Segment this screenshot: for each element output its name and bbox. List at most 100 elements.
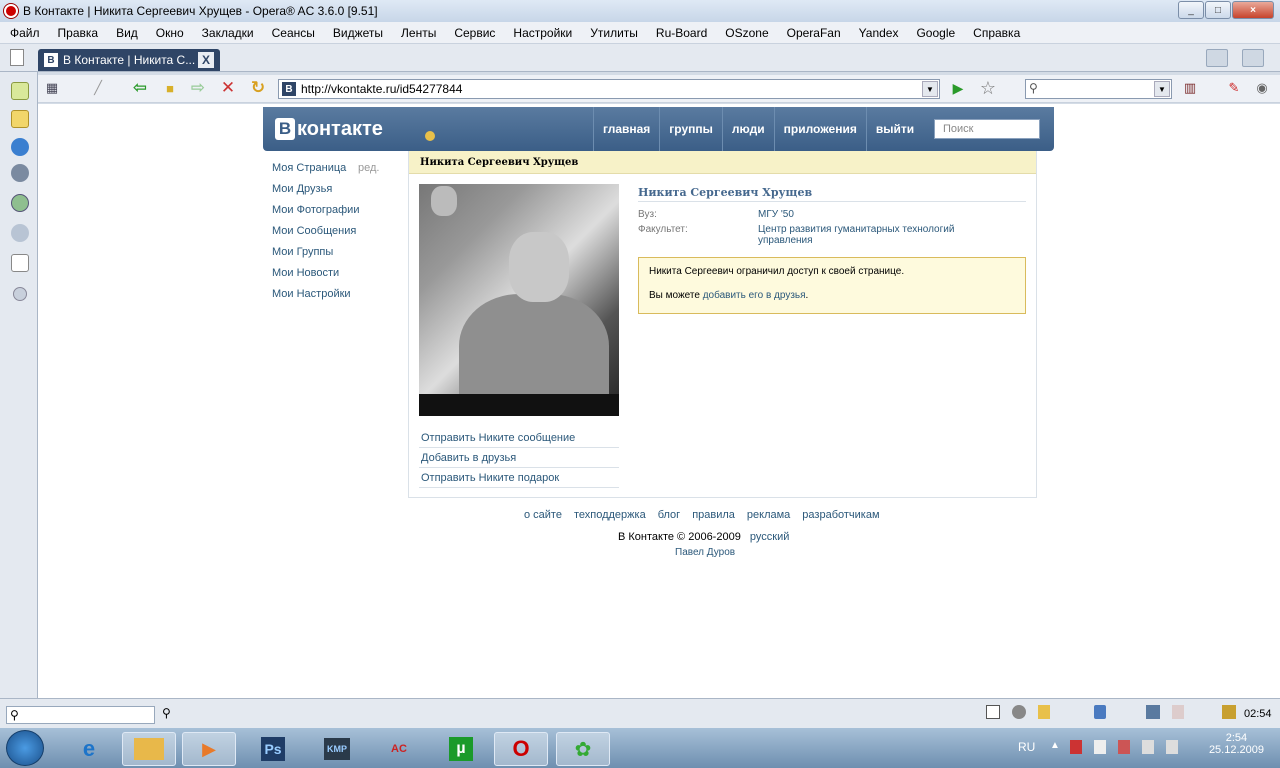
taskbar-opera-ac[interactable]: AC [372,732,426,766]
nav-people[interactable]: люди [721,107,774,151]
pages-icon[interactable] [11,254,29,272]
menu-google[interactable]: Google [916,26,955,40]
menu-help[interactable]: Справка [973,26,1020,40]
image-icon[interactable] [1038,705,1050,719]
page-icon[interactable] [986,705,1000,719]
menu-my-friends[interactable]: Мои Друзья [272,183,359,204]
menu-oszone[interactable]: OSzone [725,26,768,40]
menu-service[interactable]: Сервис [454,26,495,40]
menu-my-news[interactable]: Мои Новости [272,267,359,288]
bookmark-add-icon[interactable] [1206,49,1228,67]
nav-home[interactable]: главная [593,107,659,151]
address-field[interactable]: В http://vkontakte.ru/id54277844 ▼ [278,79,940,99]
menu-edit[interactable]: Правка [58,26,99,40]
profile-photo[interactable] [419,184,619,416]
menu-window[interactable]: Окно [156,26,184,40]
speaker-icon[interactable]: ◉ [1252,79,1272,97]
maximize-button[interactable]: □ [1205,1,1231,19]
university-link[interactable]: МГУ '50 [758,209,998,220]
footer-developers[interactable]: разработчикам [802,509,879,521]
satellite-icon[interactable] [11,164,29,182]
network-tray-icon[interactable] [1142,740,1154,754]
footer-blog[interactable]: блог [658,509,680,521]
add-friend-link[interactable]: Добавить в друзья [419,448,619,468]
volume-icon[interactable] [1070,740,1082,754]
add-friend-inline-link[interactable]: добавить его в друзья [703,290,806,301]
new-tab-icon[interactable] [10,49,24,66]
footer-ads[interactable]: реклама [747,509,790,521]
transfers-icon[interactable] [11,224,29,242]
security-icon[interactable] [1118,740,1130,754]
menu-my-page[interactable]: Моя Страница ред. [272,162,379,183]
minimize-button[interactable]: _ [1178,1,1204,19]
footer-about[interactable]: о сайте [524,509,562,521]
footer-support[interactable]: техподдержка [574,509,646,521]
taskbar-explorer[interactable] [122,732,176,766]
taskbar-tree-app[interactable]: ✿ [556,732,610,766]
taskbar-kmplayer[interactable]: KMP [310,732,364,766]
taskbar-photoshop[interactable]: Ps [246,732,300,766]
tab-vkontakte[interactable]: В В Контакте | Никита С... X [38,49,220,71]
start-button[interactable] [6,730,44,766]
taskbar-clock[interactable]: 2:54 25.12.2009 [1209,732,1264,756]
send-gift-link[interactable]: Отправить Никите подарок [419,468,619,488]
add-panel-icon[interactable] [13,287,27,301]
chevron-down-icon[interactable]: ▼ [1154,81,1170,97]
trash-icon[interactable] [1242,49,1264,67]
battery-icon[interactable] [1172,705,1184,719]
menu-my-settings[interactable]: Мои Настройки [272,288,359,309]
menu-operafan[interactable]: OperaFan [787,26,841,40]
menu-bookmarks[interactable]: Закладки [202,26,254,40]
taskbar-ie[interactable]: e [62,732,116,766]
go-icon[interactable]: ▶ [948,79,968,97]
edit-link[interactable]: ред. [358,162,379,174]
vk-search-input[interactable]: Поиск [934,119,1040,139]
author-link[interactable]: Павел Дуров [675,547,735,558]
menu-utilities[interactable]: Утилиты [590,26,638,40]
language-indicator[interactable]: RU [1018,740,1035,754]
flag-icon[interactable] [1094,740,1106,754]
vk-logo[interactable]: В контакте [275,116,383,142]
back-arrow-icon[interactable]: ⇦ [130,78,150,97]
language-link[interactable]: русский [750,531,789,543]
menu-view[interactable]: Вид [116,26,138,40]
notes-panel-icon[interactable] [11,110,29,128]
nav-logout[interactable]: выйти [865,107,923,151]
menu-file[interactable]: Файл [10,26,40,40]
tools-icon[interactable]: ▥ [1180,79,1200,97]
menu-feeds[interactable]: Ленты [401,26,436,40]
globe-icon[interactable] [1012,705,1026,719]
menu-settings[interactable]: Настройки [513,26,572,40]
gear-icon[interactable] [11,138,29,156]
home-icon[interactable]: ■ [160,79,180,97]
menu-ruboard[interactable]: Ru-Board [656,26,707,40]
wand-icon[interactable]: ╱ [88,79,108,97]
network-icon[interactable] [1146,705,1160,719]
tab-close-icon[interactable]: X [198,52,214,68]
close-window-button[interactable]: × [1232,1,1274,19]
taskbar-media-player[interactable]: ▶ [182,732,236,766]
magnifier-icon[interactable]: ⚲ [162,706,171,720]
menu-widgets[interactable]: Виджеты [333,26,383,40]
bookmarks-panel-icon[interactable] [11,82,29,100]
search-input[interactable]: ⚲ ▼ [1025,79,1172,99]
history-icon[interactable] [11,194,29,212]
status-search-input[interactable]: ⚲ [6,706,155,724]
reload-icon[interactable]: ↻ [248,78,268,97]
chevron-down-icon[interactable]: ▼ [922,81,938,97]
tray-expand-icon[interactable]: ▲ [1050,740,1060,751]
stop-icon[interactable]: ✕ [218,78,238,97]
menu-my-photos[interactable]: Мои Фотографии [272,204,359,225]
taskbar-opera[interactable]: O [494,732,548,766]
faculty-link[interactable]: Центр развития гуманитарных технологий у… [758,224,998,246]
footer-rules[interactable]: правила [692,509,735,521]
panel-toggle-icon[interactable]: ▦ [42,79,62,97]
info-icon[interactable] [1094,705,1106,719]
menu-sessions[interactable]: Сеансы [272,26,315,40]
star-icon[interactable]: ☆ [978,78,998,98]
send-message-link[interactable]: Отправить Никите сообщение [419,428,619,448]
speaker-tray-icon[interactable] [1166,740,1178,754]
taskbar-utorrent[interactable]: µ [434,732,488,766]
pin-icon[interactable]: ✎ [1224,79,1244,97]
menu-my-groups[interactable]: Мои Группы [272,246,359,267]
